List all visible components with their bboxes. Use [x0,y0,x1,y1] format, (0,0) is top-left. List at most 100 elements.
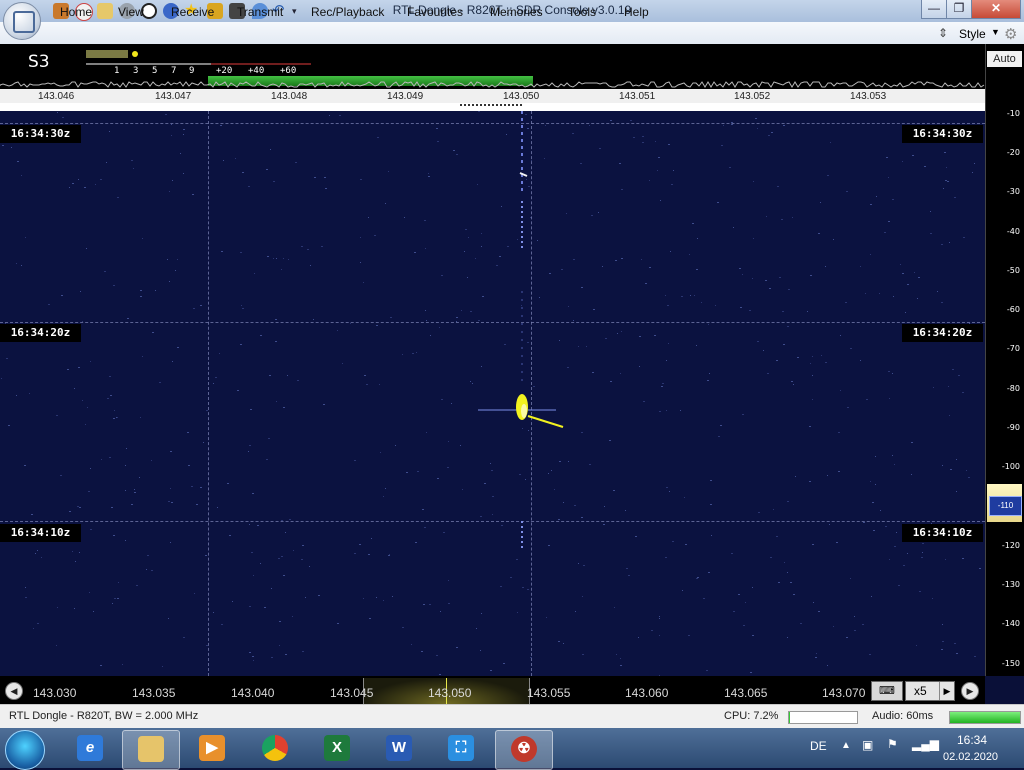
signal-streak [527,415,564,428]
smeter-tick: 1 [114,66,120,76]
overview-freq-tick: 143.050 [428,686,472,700]
folder-icon [138,736,164,762]
cpu-usage-meter [788,711,858,724]
menu-memories[interactable]: Memories [490,5,543,19]
app-icon [13,11,35,33]
time-label-left: 16:34:20z [0,324,81,342]
flag-icon[interactable]: ⚑ [887,737,898,751]
ie-icon: e [77,735,103,761]
audio-buffer-fill [950,712,1020,723]
splitter-grip[interactable] [460,104,522,109]
device-status: RTL Dongle - R820T, BW = 2.000 MHz [9,710,199,722]
db-label: -80 [1006,384,1020,393]
freq-tick: 143.046 [38,91,75,102]
time-label-right: 16:34:10z [902,524,983,542]
zoom-selector[interactable]: x5 ▶ [905,681,955,701]
start-button[interactable] [5,730,45,770]
style-dropdown-icon[interactable]: ▼ [991,27,1000,37]
taskbar-excel[interactable]: X [309,730,365,768]
smeter-tick: 5 [152,66,158,76]
menu-transmit[interactable]: Transmit [237,5,283,19]
menu-favourites[interactable]: Favourites [407,5,463,19]
db-selected-level[interactable]: -110 [989,496,1022,516]
zoom-next-icon[interactable]: ▶ [939,682,954,700]
taskbar-media-player[interactable]: ▶ [184,730,240,768]
taskbar-snipping[interactable]: ⛶ [433,730,489,768]
menu-receive[interactable]: Receive [171,5,214,19]
db-label: -60 [1006,305,1020,314]
time-label-right: 16:34:30z [902,125,983,143]
media-player-icon: ▶ [199,735,225,761]
overview-freq-tick: 143.030 [33,686,77,700]
network-icon[interactable]: ▂▄▆ [912,737,939,751]
app-menu-button[interactable] [3,2,41,40]
freq-tick: 143.053 [850,91,887,102]
smeter-tick: +40 [248,66,265,76]
taskbar-sdr-console[interactable]: ☢ [495,730,553,770]
time-label-left: 16:34:10z [0,524,81,542]
show-hidden-icons[interactable]: ▲ [841,740,851,751]
clock-date[interactable]: 02.02.2020 [943,751,998,763]
clock-time[interactable]: 16:34 [957,733,987,747]
smeter-bar [86,50,128,58]
spectrum-trace[interactable] [0,76,985,89]
smeter-tick: 9 [189,66,195,76]
menu-home[interactable]: Home [60,5,92,19]
zoom-value: x5 [914,684,927,698]
smeter-scale [86,50,311,65]
chrome-icon [262,735,288,761]
signal-trace [478,111,564,551]
keyboard-button[interactable]: ⌨ [871,681,903,701]
cpu-usage-label: CPU: 7.2% [724,710,779,722]
style-menu[interactable]: Style [959,27,986,41]
menu-bar [0,22,1024,45]
scroll-left-button[interactable]: ◀ [5,682,23,700]
db-label: -20 [1006,148,1020,157]
audio-buffer-meter [949,711,1021,724]
db-label: -150 [1001,659,1020,668]
waterfall-display[interactable]: 16:34:30z 16:34:30z 16:34:20z 16:34:20z … [0,111,985,676]
freq-tick: 143.052 [734,91,771,102]
time-label-left: 16:34:30z [0,125,81,143]
overview-freq-tick: 143.040 [231,686,275,700]
auto-level-button[interactable]: Auto [987,51,1022,67]
device-icon[interactable]: ▣ [862,738,873,752]
sdr-console-icon: ☢ [511,736,537,762]
taskbar-ie[interactable]: e [62,730,118,768]
spectrum-frequency-scale[interactable] [0,89,985,104]
taskbar-word[interactable]: W [371,730,427,768]
signal-strength-readout: S3 [28,52,50,72]
db-label: -40 [1006,227,1020,236]
overview-freq-tick: 143.045 [330,686,374,700]
smeter-tick: 7 [171,66,177,76]
freq-tick: 143.048 [271,91,308,102]
db-label: -50 [1006,266,1020,275]
db-label: -140 [1001,619,1020,628]
taskbar-chrome[interactable] [247,730,303,768]
audio-latency-label: Audio: 60ms [872,710,934,722]
style-arrows-icon[interactable]: ⇕ [938,26,948,40]
menu-tools[interactable]: Tools [568,5,596,19]
db-label: -10 [1006,109,1020,118]
overview-freq-tick: 143.060 [625,686,669,700]
screenshot-icon: ⛶ [448,735,474,761]
close-button[interactable]: ✕ [971,0,1021,19]
taskbar-file-explorer[interactable] [122,730,180,770]
maximize-button[interactable]: ❐ [946,0,972,19]
menu-rec-playback[interactable]: Rec/Playback [311,5,384,19]
word-icon: W [386,735,412,761]
smeter-tick: 3 [133,66,139,76]
scroll-right-button[interactable]: ▶ [961,682,979,700]
db-label: -90 [1006,423,1020,432]
db-label: -70 [1006,344,1020,353]
signal-core [521,404,527,418]
minimize-button[interactable]: — [921,0,947,19]
language-indicator[interactable]: DE [810,739,827,753]
menu-view[interactable]: View [118,5,144,19]
db-label: -100 [1001,462,1020,471]
freq-tick: 143.047 [155,91,192,102]
overview-freq-tick: 143.065 [724,686,768,700]
menu-help[interactable]: Help [624,5,649,19]
settings-gear-icon[interactable]: ⚙ [1004,25,1017,43]
db-label: -30 [1006,187,1020,196]
